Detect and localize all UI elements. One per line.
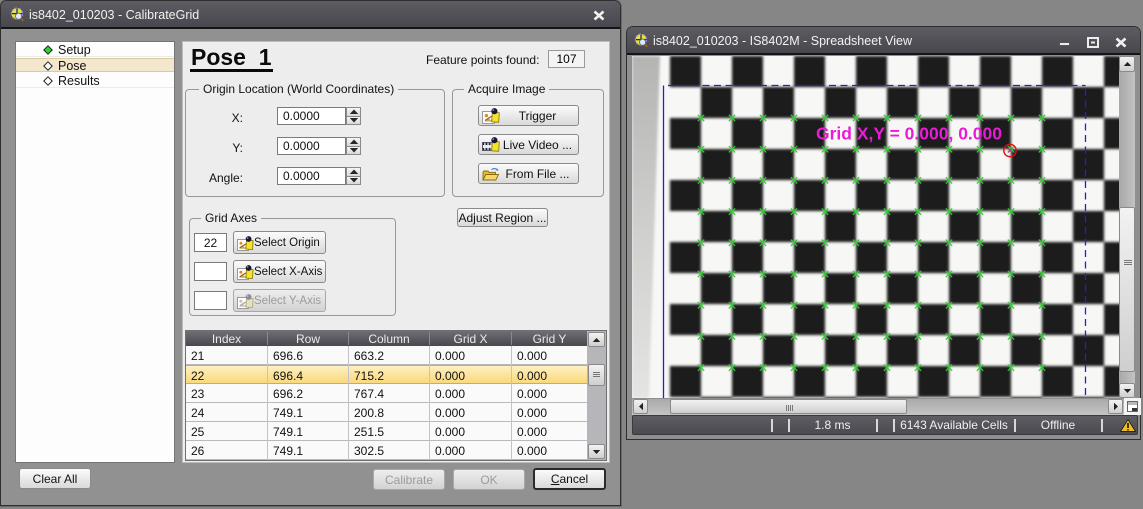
svg-text:Grid X,Y = 0.000, 0.000: Grid X,Y = 0.000, 0.000 bbox=[816, 124, 1002, 144]
